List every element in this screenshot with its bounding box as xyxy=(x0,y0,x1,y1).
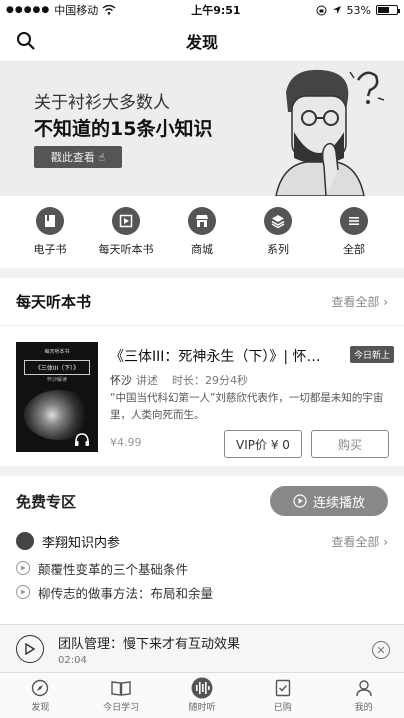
continuous-play-label: 连续播放 xyxy=(312,495,365,511)
category-ebook[interactable]: 电子书 xyxy=(15,207,85,257)
play-icon xyxy=(16,585,30,599)
tab-purchased[interactable]: 已购 xyxy=(248,673,318,718)
episode-title: 颠覆性变革的三个基础条件 xyxy=(38,561,189,577)
tab-today-study[interactable]: 今日学习 xyxy=(86,673,156,718)
category-store[interactable]: 商城 xyxy=(167,207,237,257)
page-title: 发现 xyxy=(185,32,218,52)
category-label: 全部 xyxy=(343,243,365,256)
search-icon[interactable] xyxy=(16,31,36,51)
free-section-header: 免费专区 连续播放 xyxy=(0,476,404,526)
tab-label: 今日学习 xyxy=(103,703,140,713)
category-daily-book[interactable]: 每天听本书 xyxy=(91,207,161,257)
book-description: “中国当代科幻第一人”刘慈欣代表作，一切都是未知的宇宙里，人类向死而生。 xyxy=(110,392,384,421)
carrier-label: 中国移动 xyxy=(54,4,99,17)
play-circle-icon xyxy=(293,494,307,508)
thinking-person-illustration xyxy=(275,69,385,196)
tab-discover[interactable]: 发现 xyxy=(5,673,75,718)
episode-item[interactable]: 柳传志的做事方法：布局和余量 xyxy=(0,580,404,604)
tab-listen[interactable]: 随时听 xyxy=(167,673,237,718)
purchased-icon xyxy=(275,679,290,697)
ebook-icon xyxy=(36,207,64,235)
layers-icon xyxy=(264,207,292,235)
book-author: 怀沙 xyxy=(110,374,132,387)
vip-price-button[interactable]: VIP价 ¥ 0 xyxy=(224,430,302,458)
author-name: 李翔知识内参 xyxy=(42,535,121,551)
book-meta: 怀沙 讲述 时长：29分4秒 xyxy=(110,372,248,388)
continuous-play-button[interactable]: 连续播放 xyxy=(270,486,388,516)
nav-bar: 发现 xyxy=(0,20,404,62)
category-all[interactable]: 全部 xyxy=(319,207,389,257)
avatar xyxy=(16,532,34,550)
play-icon xyxy=(16,561,30,575)
banner-button-label: 戳此查看 xyxy=(50,151,95,164)
section-separator xyxy=(0,268,404,278)
player-title: 团队管理：慢下来才有互动效果 xyxy=(58,637,241,652)
buy-button[interactable]: 购买 xyxy=(311,430,389,458)
category-label: 商城 xyxy=(191,243,213,256)
category-label: 每天听本书 xyxy=(98,243,154,256)
daily-book-header: 每天听本书 查看全部 › xyxy=(0,278,404,326)
section-title: 每天听本书 xyxy=(16,293,92,311)
tab-label: 已购 xyxy=(273,703,292,713)
book-title[interactable]: 《三体III：死神永生（下）》| 怀… xyxy=(110,346,332,366)
status-bar: ●●●●● 中国移动 上午9:51 53% xyxy=(0,0,404,20)
tab-bar: 发现 今日学习 随时听 已购 我的 xyxy=(0,672,404,718)
section-separator xyxy=(0,466,404,476)
battery-icon xyxy=(376,5,400,15)
wifi-icon xyxy=(102,5,116,15)
signal-icon: ●●●●● xyxy=(6,5,51,15)
status-left: ●●●●● 中国移动 xyxy=(6,2,116,18)
tab-label: 我的 xyxy=(354,703,373,713)
new-badge: 今日新上 xyxy=(349,346,394,363)
lock-rotation-icon xyxy=(316,5,327,15)
cover-title: 《三体III（下）》 xyxy=(24,360,90,375)
author-suffix: 讲述 xyxy=(136,374,158,387)
player-play-button[interactable] xyxy=(16,635,44,663)
book-price: ¥4.99 xyxy=(110,436,142,449)
audio-wave-icon xyxy=(191,677,213,699)
banner-line2: 不知道的15条小知识 xyxy=(34,118,213,140)
status-time: 上午9:51 xyxy=(191,4,241,17)
tab-label: 发现 xyxy=(31,703,50,713)
banner-button[interactable]: 戳此查看 ☝ xyxy=(34,146,122,168)
category-label: 电子书 xyxy=(33,243,67,256)
book-card[interactable]: 每天听本书 《三体III（下）》 怀沙解读 《三体III：死神永生（下）》| 怀… xyxy=(0,326,404,460)
banner-line1: 关于衬衫大多数人 xyxy=(34,93,170,113)
promo-banner[interactable]: 关于衬衫大多数人 不知道的15条小知识 戳此查看 ☝ xyxy=(0,62,404,196)
cover-top-text: 每天听本书 xyxy=(44,349,70,355)
store-icon xyxy=(188,207,216,235)
view-all-link[interactable]: 查看全部 › xyxy=(331,533,388,550)
episode-item[interactable]: 颠覆性变革的三个基础条件 xyxy=(0,556,404,580)
menu-icon xyxy=(340,207,368,235)
section-title: 免费专区 xyxy=(16,492,77,511)
player-time: 02:04 xyxy=(58,655,87,666)
view-all-link[interactable]: 查看全部 › xyxy=(331,293,388,310)
close-icon[interactable]: ✕ xyxy=(372,641,390,659)
person-icon xyxy=(355,680,372,697)
location-icon xyxy=(332,6,341,14)
view-all-label: 查看全部 xyxy=(331,534,380,549)
tab-mine[interactable]: 我的 xyxy=(329,673,399,718)
headphones-icon xyxy=(75,433,89,446)
cover-subtitle: 怀沙解读 xyxy=(46,377,67,383)
compass-icon xyxy=(32,679,49,697)
tab-label: 随时听 xyxy=(188,703,216,713)
mini-player[interactable]: 团队管理：慢下来才有互动效果 02:04 ✕ xyxy=(0,624,404,672)
book-duration: 时长：29分4秒 xyxy=(172,374,248,387)
play-icon xyxy=(25,643,35,655)
episode-title: 柳传志的做事方法：布局和余量 xyxy=(38,585,214,601)
battery-percent: 53% xyxy=(346,3,371,17)
category-row: 电子书 每天听本书 商城 系列 全部 xyxy=(0,196,404,268)
play-book-icon xyxy=(112,207,140,235)
book-open-icon xyxy=(111,681,131,696)
status-right: 53% xyxy=(316,3,400,17)
book-cover[interactable]: 每天听本书 《三体III（下）》 怀沙解读 xyxy=(16,342,98,452)
author-info: 李翔知识内参 xyxy=(16,532,120,551)
hand-pointer-icon: ☝ xyxy=(98,150,106,164)
battery-fill xyxy=(378,7,389,13)
category-series[interactable]: 系列 xyxy=(243,207,313,257)
view-all-label: 查看全部 xyxy=(331,295,380,309)
category-label: 系列 xyxy=(267,243,289,256)
free-author-row[interactable]: 李翔知识内参 查看全部 › xyxy=(0,526,404,556)
